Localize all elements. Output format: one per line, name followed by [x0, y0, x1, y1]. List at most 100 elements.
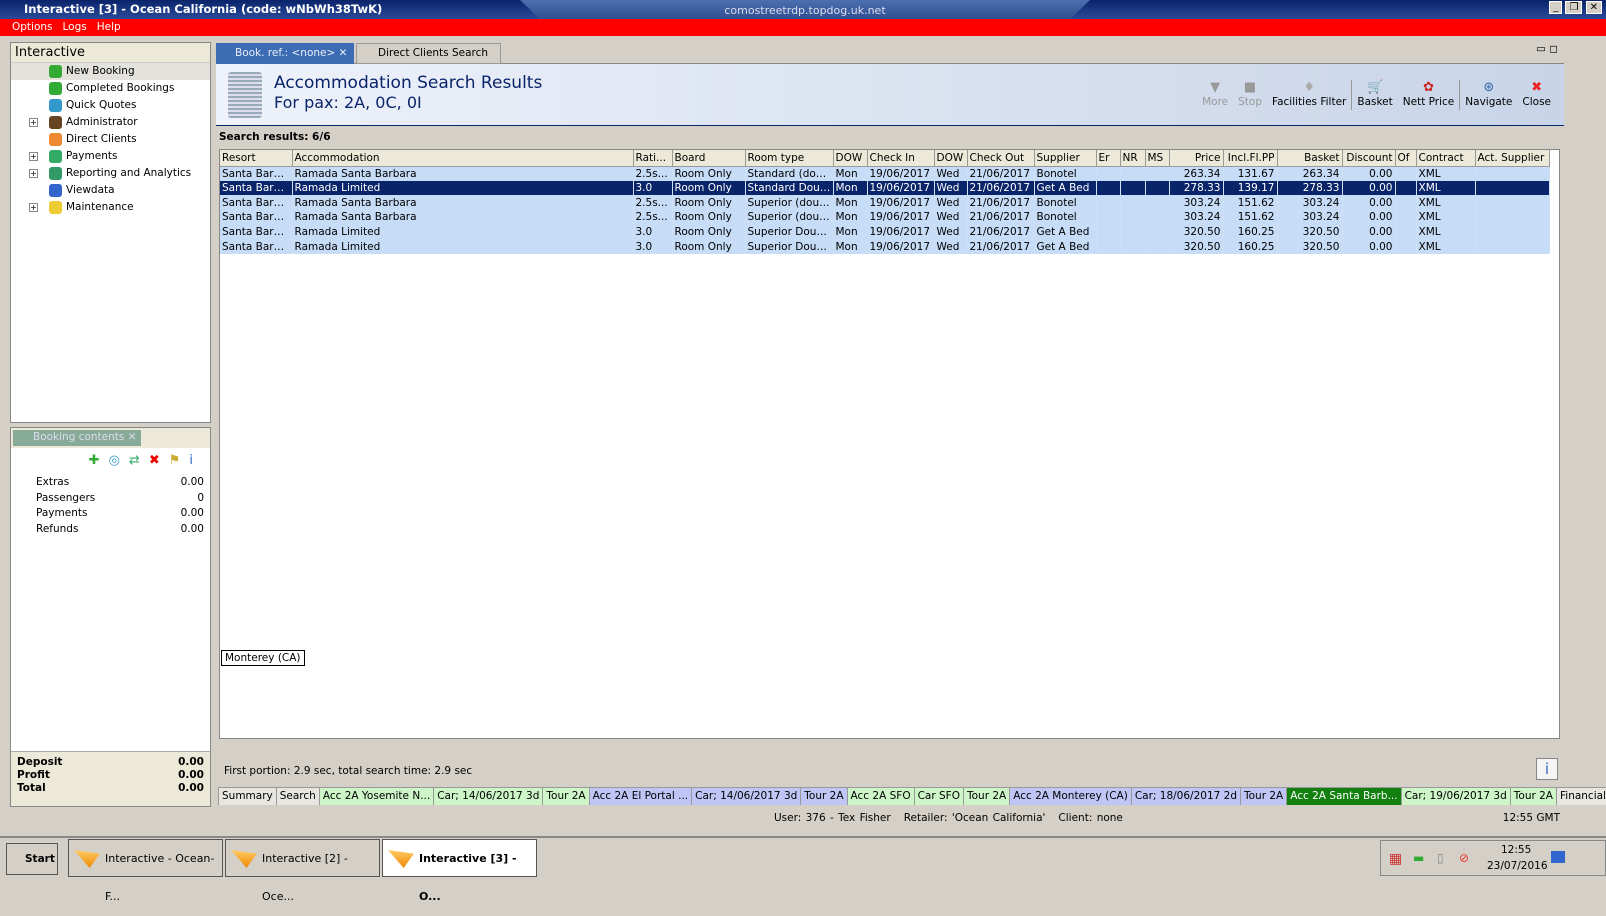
stop-button[interactable]: ■ Stop	[1238, 80, 1262, 108]
column-header[interactable]: Act. Supplier	[1475, 150, 1550, 167]
facilities-filter-button[interactable]: ♦ Facilities Filter	[1272, 80, 1346, 108]
column-header[interactable]: DOW	[934, 150, 968, 167]
volume-muted-icon[interactable]: ⊘	[1459, 851, 1469, 865]
tray-icon-device[interactable]: ▯	[1437, 851, 1444, 865]
table-row[interactable]: Santa Barb... Ramada Santa Barbara 2.5s...…	[220, 195, 1550, 211]
more-button[interactable]: ▼ More	[1202, 80, 1228, 108]
step-tab[interactable]: Tour 2A	[543, 788, 590, 805]
task-interactive-1[interactable]: Interactive - Ocean-F...	[68, 839, 223, 903]
column-header[interactable]: Supplier	[1034, 150, 1097, 167]
step-tab[interactable]: Car; 14/06/2017 3d	[692, 788, 802, 805]
column-header[interactable]: Of	[1395, 150, 1417, 167]
refresh-icon[interactable]: ◎	[109, 453, 129, 468]
delete-icon[interactable]: ✖	[149, 453, 169, 468]
table-row[interactable]: Santa Barb... Ramada Santa Barbara 2.5s...…	[220, 210, 1550, 225]
basket-button[interactable]: 🛒 Basket	[1357, 80, 1392, 108]
table-row[interactable]: Santa Barb... Ramada Santa Barbara 2.5s...…	[220, 166, 1550, 181]
column-header[interactable]: Rati...	[633, 150, 673, 167]
expand-icon[interactable]: +	[29, 169, 38, 178]
expand-icon[interactable]: +	[29, 203, 38, 212]
nav-item-payments[interactable]: + Payments	[11, 148, 210, 165]
step-tab[interactable]: Tour 2A	[801, 788, 848, 805]
transfer-icon[interactable]: ⇄	[129, 453, 149, 468]
tray-icon-network[interactable]: ▬	[1413, 851, 1424, 865]
cell: 19/06/2017	[867, 239, 935, 255]
panel-window-controls[interactable]: ▭ ◻	[1536, 43, 1558, 55]
nav-item-completed-bookings[interactable]: Completed Bookings	[11, 80, 210, 97]
column-header[interactable]: Discount	[1342, 150, 1396, 167]
step-tab[interactable]: Car SFO	[914, 788, 964, 805]
menu-logs[interactable]: Logs	[63, 21, 87, 33]
column-header[interactable]: Price	[1169, 150, 1224, 167]
step-tab[interactable]: Acc 2A Santa Barb...	[1287, 788, 1402, 805]
expand-icon[interactable]: +	[29, 152, 38, 161]
booking-icon[interactable]: ⚑	[169, 453, 190, 468]
menu-help[interactable]: Help	[97, 21, 121, 33]
column-header[interactable]: Basket	[1277, 150, 1343, 167]
step-tab[interactable]: Acc 2A SFO	[847, 788, 915, 805]
menu-options[interactable]: Options	[12, 21, 53, 33]
cell: Ramada Santa Barbara	[292, 210, 634, 225]
show-desktop-icon[interactable]	[1551, 851, 1565, 863]
column-header[interactable]: Check Out	[967, 150, 1035, 167]
tab-direct-clients-search[interactable]: Direct Clients Search	[356, 43, 501, 64]
close-button[interactable]: ✖ Close	[1522, 80, 1551, 108]
step-tab[interactable]: Acc 2A Monterey (CA)	[1010, 788, 1132, 805]
column-header[interactable]: Board	[672, 150, 746, 167]
booking-toolbar: ✚◎⇄✖⚑i	[11, 448, 210, 470]
step-tab[interactable]: Car; 19/06/2017 3d	[1401, 788, 1511, 805]
task-interactive-3[interactable]: Interactive [3] - O...	[382, 839, 537, 903]
column-header[interactable]: NR	[1120, 150, 1146, 167]
nav-item-reporting-and-analytics[interactable]: + Reporting and Analytics	[11, 165, 210, 182]
restore-button[interactable]: ❐	[1565, 1, 1583, 14]
info-icon[interactable]: i	[189, 453, 202, 468]
close-icon[interactable]: ✕	[339, 47, 348, 59]
cell: 3.0	[633, 224, 673, 240]
nav-item-new-booking[interactable]: New Booking	[11, 63, 210, 80]
column-header[interactable]: Check In	[867, 150, 935, 167]
table-row[interactable]: Santa Barb... Ramada Limited 3.0 Room Only S…	[220, 239, 1550, 255]
tab-booking[interactable]: Book. ref.: <none> ✕	[216, 43, 354, 64]
column-header[interactable]: DOW	[833, 150, 868, 167]
table-row[interactable]: Santa Barb... Ramada Limited 3.0 Room Only S…	[220, 180, 1550, 196]
minimize-button[interactable]: _	[1549, 1, 1563, 14]
start-button[interactable]: Start	[6, 843, 58, 875]
close-icon[interactable]: ✕	[128, 431, 137, 443]
nav-item-quick-quotes[interactable]: Quick Quotes	[11, 97, 210, 114]
add-icon[interactable]: ✚	[89, 453, 109, 468]
tray-icon-app[interactable]: ▦	[1389, 851, 1402, 867]
nav-item-administrator[interactable]: + Administrator	[11, 114, 210, 131]
step-tab[interactable]: Tour 2A	[963, 788, 1011, 805]
task-interactive-2[interactable]: Interactive [2] - Oce...	[225, 839, 380, 903]
nav-item-maintenance[interactable]: + Maintenance	[11, 199, 210, 216]
column-header[interactable]: Room type	[745, 150, 834, 167]
step-tab[interactable]: Tour 2A	[1241, 788, 1288, 805]
close-window-button[interactable]: ✕	[1585, 1, 1602, 14]
step-tab[interactable]: Car; 18/06/2017 2d	[1131, 788, 1241, 805]
step-tab[interactable]: Tour 2A	[1510, 788, 1557, 805]
nett-price-button[interactable]: ✿ Nett Price	[1403, 80, 1455, 108]
cell: XML	[1416, 224, 1476, 240]
column-header[interactable]: Er	[1096, 150, 1121, 167]
nav-icon	[49, 82, 62, 95]
nav-item-direct-clients[interactable]: Direct Clients	[11, 131, 210, 148]
expand-icon[interactable]: +	[29, 118, 38, 127]
step-tab[interactable]: Financial Summary	[1557, 788, 1606, 805]
column-header[interactable]: Accommodation	[292, 150, 634, 167]
nav-item-viewdata[interactable]: Viewdata	[11, 182, 210, 199]
column-header[interactable]: Contract	[1416, 150, 1476, 167]
step-tab[interactable]: Acc 2A Yosemite N...	[319, 788, 435, 805]
step-tab[interactable]: Car; 14/06/2017 3d	[434, 788, 544, 805]
column-header[interactable]: Resort	[220, 150, 293, 167]
booking-row-label: Passengers	[36, 491, 96, 504]
table-row[interactable]: Santa Barb... Ramada Limited 3.0 Room Only S…	[220, 224, 1550, 240]
step-tab[interactable]: Search	[276, 788, 320, 805]
navigate-button[interactable]: ⊛ Navigate	[1465, 80, 1512, 108]
column-header[interactable]: Incl.Fl.PP	[1223, 150, 1278, 167]
info-button[interactable]: i	[1536, 758, 1558, 780]
booking-tab[interactable]: Booking contents ✕	[13, 430, 141, 446]
step-tab[interactable]: Summary	[219, 788, 277, 805]
window-controls[interactable]: _ ❐ ✕	[1549, 1, 1602, 14]
step-tab[interactable]: Acc 2A El Portal ...	[589, 788, 693, 805]
column-header[interactable]: MS	[1145, 150, 1170, 167]
